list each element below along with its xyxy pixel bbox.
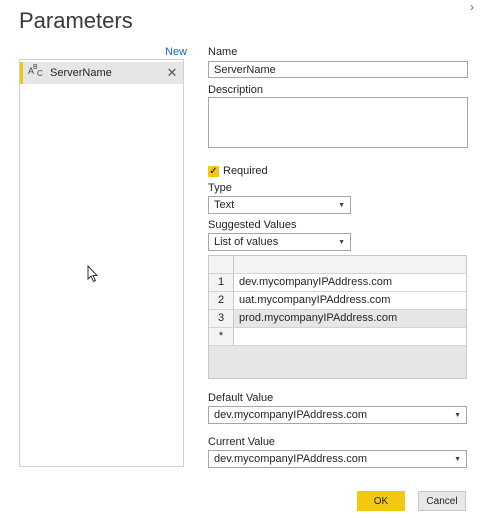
value-cell[interactable] [234,328,466,346]
remove-parameter-icon[interactable]: ✕ [165,65,179,81]
description-label: Description [208,84,264,96]
row-number: 2 [209,292,234,310]
suggested-values-dropdown[interactable]: List of values ▼ [208,233,351,251]
dialog-title: Parameters [19,8,133,33]
ok-button[interactable]: OK [357,491,405,511]
current-value-label: Current Value [208,436,276,448]
required-label: Required [223,165,268,177]
name-label: Name [208,46,238,58]
parameter-list-item[interactable]: ABC ServerName ✕ [20,62,183,84]
table-row[interactable]: 1 dev.mycompanyIPAddress.com [209,274,466,292]
value-cell[interactable]: uat.mycompanyIPAddress.com [234,292,466,310]
value-cell[interactable]: prod.mycompanyIPAddress.com [234,310,466,328]
suggested-values-dropdown-value: List of values [214,236,279,248]
type-dropdown-value: Text [214,199,235,211]
cancel-button[interactable]: Cancel [418,491,466,511]
chevron-down-icon: ▼ [454,455,461,463]
type-label: Type [208,182,232,194]
table-row[interactable]: 2 uat.mycompanyIPAddress.com [209,292,466,310]
type-dropdown[interactable]: Text ▼ [208,196,351,214]
suggested-values-label: Suggested Values [208,219,297,231]
value-cell[interactable]: dev.mycompanyIPAddress.com [234,274,466,292]
row-number: 3 [209,310,234,328]
parameter-list: ABC ServerName ✕ [19,59,184,467]
current-value-dropdown[interactable]: dev.mycompanyIPAddress.com ▼ [208,450,467,468]
table-row[interactable]: 3 prod.mycompanyIPAddress.com [209,310,466,328]
values-grid: 1 dev.mycompanyIPAddress.com 2 uat.mycom… [208,255,467,379]
parameter-name-label: ServerName [50,67,112,79]
default-value-dropdown-value: dev.mycompanyIPAddress.com [214,409,368,421]
mouse-cursor-icon [87,265,99,283]
new-parameter-link[interactable]: New [165,46,187,58]
name-field[interactable] [208,61,468,78]
default-value-label: Default Value [208,392,274,404]
current-value-dropdown-value: dev.mycompanyIPAddress.com [214,453,368,465]
chevron-down-icon: ▼ [338,238,345,246]
abc-text-type-icon: ABC [28,64,43,78]
new-row[interactable]: * [209,328,466,346]
grid-header-row [209,256,466,274]
chevron-down-icon: ▼ [454,411,461,419]
chevron-down-icon: ▼ [338,201,345,209]
default-value-dropdown[interactable]: dev.mycompanyIPAddress.com ▼ [208,406,467,424]
close-icon[interactable]: › [470,0,474,14]
description-field[interactable] [208,97,468,148]
row-number: 1 [209,274,234,292]
row-number: * [209,328,234,346]
required-checkbox[interactable]: ✓ [208,166,219,177]
